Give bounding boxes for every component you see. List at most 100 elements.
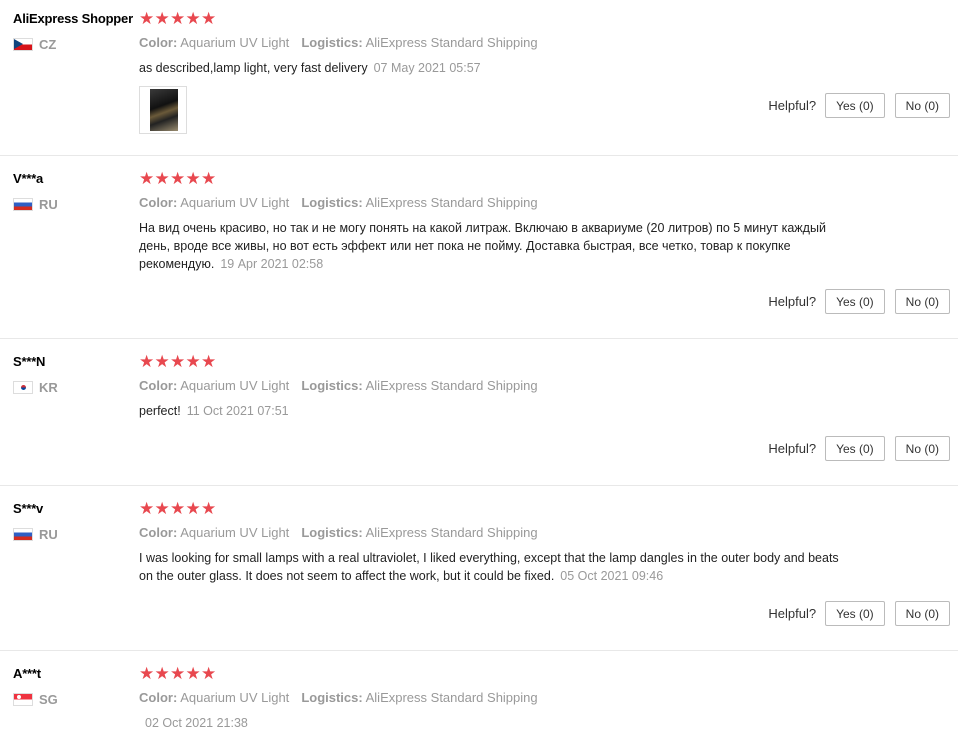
star-icon: ★: [185, 9, 201, 28]
country-code: RU: [39, 527, 58, 542]
star-icon: ★: [139, 9, 155, 28]
color-label: Color:: [139, 525, 178, 540]
review-meta: Color: Aquarium UV Light Logistics: AliEx…: [139, 195, 538, 210]
helpful-vote: Helpful? Yes (0) No (0): [768, 601, 950, 626]
review-meta: Color: Aquarium UV Light Logistics: AliEx…: [139, 525, 538, 540]
review-date: 05 Oct 2021 09:46: [560, 569, 664, 583]
color-value: Aquarium UV Light: [180, 525, 290, 540]
logistics-value: AliExpress Standard Shipping: [365, 35, 538, 50]
country-code: SG: [39, 692, 58, 707]
helpful-no-button[interactable]: No (0): [894, 601, 950, 626]
star-rating: ★ ★ ★ ★ ★: [139, 10, 217, 27]
color-value: Aquarium UV Light: [180, 378, 290, 393]
logistics-value: AliExpress Standard Shipping: [365, 690, 538, 705]
reviewer-name: V***a: [13, 171, 44, 186]
country-code: KR: [39, 380, 58, 395]
helpful-yes-button[interactable]: Yes (0): [825, 601, 885, 626]
star-rating: ★ ★ ★ ★ ★: [139, 170, 217, 187]
logistics-label: Logistics:: [301, 195, 363, 210]
star-icon: ★: [201, 499, 217, 518]
helpful-vote: Helpful? Yes (0) No (0): [768, 289, 950, 314]
color-value: Aquarium UV Light: [180, 690, 290, 705]
helpful-label: Helpful?: [768, 441, 817, 456]
star-icon: ★: [170, 9, 186, 28]
review-meta: Color: Aquarium UV Light Logistics: AliEx…: [139, 35, 538, 50]
star-icon: ★: [139, 352, 155, 371]
review-item: A***t SG ★ ★ ★ ★ ★ Color: Aquarium UV Light L…: [0, 651, 958, 734]
logistics-label: Logistics:: [301, 35, 363, 50]
review-meta: Color: Aquarium UV Light Logistics: AliEx…: [139, 378, 538, 393]
helpful-no-button[interactable]: No (0): [894, 93, 950, 118]
reviewer-name: AliExpress Shopper: [13, 11, 133, 26]
logistics-label: Logistics:: [301, 525, 363, 540]
color-label: Color:: [139, 195, 178, 210]
star-icon: ★: [154, 169, 170, 188]
review-body: I was looking for small lamps with a rea…: [139, 551, 839, 583]
helpful-yes-button[interactable]: Yes (0): [825, 436, 885, 461]
star-rating: ★ ★ ★ ★ ★: [139, 665, 217, 682]
kr-flag-icon: [13, 381, 33, 394]
color-label: Color:: [139, 35, 178, 50]
logistics-value: AliExpress Standard Shipping: [365, 378, 538, 393]
cz-flag-icon: [13, 38, 33, 51]
country-code: CZ: [39, 37, 57, 52]
star-icon: ★: [154, 352, 170, 371]
color-value: Aquarium UV Light: [180, 195, 290, 210]
country-code: RU: [39, 197, 58, 212]
star-icon: ★: [139, 664, 155, 683]
star-icon: ★: [170, 499, 186, 518]
logistics-label: Logistics:: [301, 690, 363, 705]
star-icon: ★: [185, 664, 201, 683]
review-item: S***N KR ★ ★ ★ ★ ★ Color: Aquarium UV Light L…: [0, 339, 958, 486]
helpful-label: Helpful?: [768, 606, 817, 621]
review-item: AliExpress Shopper CZ ★ ★ ★ ★ ★ Color: Aquar…: [0, 0, 958, 156]
reviewer-name: S***v: [13, 501, 44, 516]
star-icon: ★: [201, 169, 217, 188]
reviewer-country: SG: [13, 692, 58, 707]
review-date: 11 Oct 2021 07:51: [186, 404, 289, 418]
review-date: 19 Apr 2021 02:58: [220, 257, 324, 271]
star-icon: ★: [170, 664, 186, 683]
helpful-no-button[interactable]: No (0): [894, 436, 950, 461]
color-label: Color:: [139, 378, 178, 393]
star-icon: ★: [185, 499, 201, 518]
star-icon: ★: [185, 352, 201, 371]
color-label: Color:: [139, 690, 178, 705]
review-text: as described,lamp light, very fast deliv…: [139, 59, 854, 77]
review-date: 07 May 2021 05:57: [373, 61, 481, 75]
reviewer-name: S***N: [13, 354, 46, 369]
star-icon: ★: [170, 352, 186, 371]
helpful-label: Helpful?: [768, 294, 817, 309]
star-icon: ★: [201, 9, 217, 28]
star-icon: ★: [154, 664, 170, 683]
reviewer-country: KR: [13, 380, 58, 395]
review-text: 02 Oct 2021 21:38: [139, 714, 854, 732]
star-icon: ★: [154, 9, 170, 28]
review-text: На вид очень красиво, но так и не могу п…: [139, 219, 854, 273]
helpful-no-button[interactable]: No (0): [894, 289, 950, 314]
review-item: V***a RU ★ ★ ★ ★ ★ Color: Aquarium UV Light L…: [0, 156, 958, 339]
helpful-vote: Helpful? Yes (0) No (0): [768, 93, 950, 118]
reviewer-name: A***t: [13, 666, 41, 681]
review-date: 02 Oct 2021 21:38: [145, 716, 248, 730]
reviewer-country: RU: [13, 197, 58, 212]
color-value: Aquarium UV Light: [180, 35, 290, 50]
ru-flag-icon: [13, 198, 33, 211]
helpful-vote: Helpful? Yes (0) No (0): [768, 436, 950, 461]
helpful-yes-button[interactable]: Yes (0): [825, 289, 885, 314]
star-icon: ★: [201, 352, 217, 371]
helpful-label: Helpful?: [768, 98, 817, 113]
review-meta: Color: Aquarium UV Light Logistics: AliEx…: [139, 690, 538, 705]
review-body: perfect!: [139, 404, 181, 418]
star-icon: ★: [185, 169, 201, 188]
helpful-yes-button[interactable]: Yes (0): [825, 93, 885, 118]
star-rating: ★ ★ ★ ★ ★: [139, 353, 217, 370]
star-icon: ★: [139, 169, 155, 188]
sg-flag-icon: [13, 693, 33, 706]
logistics-value: AliExpress Standard Shipping: [365, 525, 538, 540]
logistics-value: AliExpress Standard Shipping: [365, 195, 538, 210]
reviewer-country: CZ: [13, 37, 56, 52]
star-rating: ★ ★ ★ ★ ★: [139, 500, 217, 517]
star-icon: ★: [139, 499, 155, 518]
review-photo-thumbnail[interactable]: [139, 86, 187, 134]
